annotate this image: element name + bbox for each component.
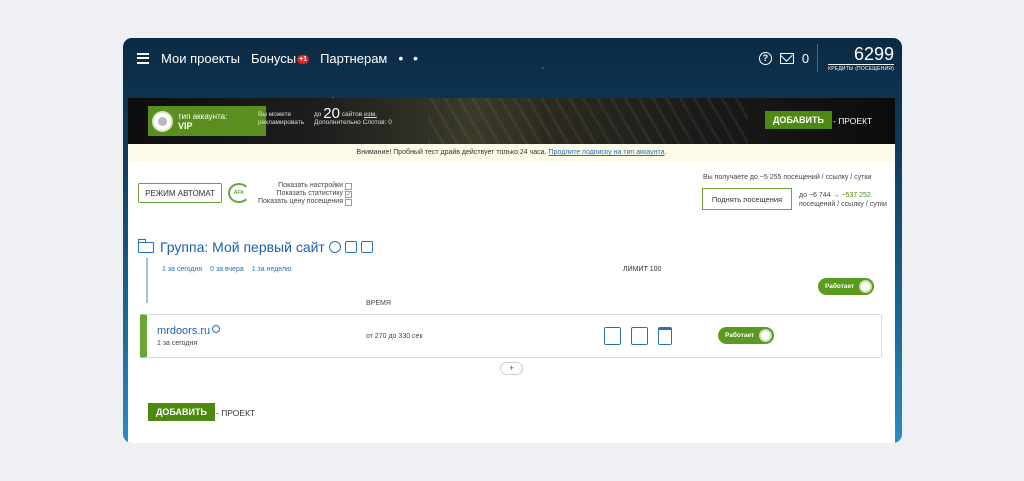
site-status-toggle[interactable]: Работает xyxy=(718,327,774,344)
group-status-toggle[interactable]: Работает xyxy=(818,278,874,295)
credits-label: КРЕДИТЫ (ПОСЕЩЕНИЯ) xyxy=(828,64,894,72)
raise-value: ~537 252 xyxy=(841,192,871,199)
nav-partners[interactable]: Партнерам xyxy=(320,51,387,66)
mail-count: 0 xyxy=(801,50,810,66)
top-right-tools: ? 0 6299 КРЕДИТЫ (ПОСЕЩЕНИЯ) xyxy=(758,38,894,78)
auto-mode-button[interactable]: РЕЖИМ АВТОМАТ xyxy=(138,183,222,203)
bonus-badge: +1 xyxy=(297,54,310,64)
stat-today[interactable]: 1 за сегодня xyxy=(162,266,202,273)
account-type-value: VIP xyxy=(178,120,193,131)
row-actions xyxy=(604,327,672,345)
group-title[interactable]: Группа: Мой первый сайт xyxy=(160,239,325,255)
site-copy-icon[interactable] xyxy=(631,327,648,345)
time-column-header: ВРЕМЯ xyxy=(366,300,391,307)
add-button-top[interactable]: ДОБАВИТЬ xyxy=(765,111,832,129)
site-today-count: 1 за сегодня xyxy=(157,340,198,347)
option-label: Показать настройки xyxy=(278,182,343,189)
show-settings-checkbox[interactable] xyxy=(345,182,352,190)
group-header: Группа: Мой первый сайт xyxy=(138,238,373,255)
show-price-checkbox[interactable] xyxy=(345,198,352,206)
help-icon[interactable]: ? xyxy=(758,51,772,65)
stat-week[interactable]: 1 за неделю xyxy=(252,266,292,273)
option-label: Показать цену посещения xyxy=(257,198,343,205)
display-options: Показать настройки Показать статистику ✓ … xyxy=(257,182,352,206)
raise-info: до ~6 744 → ~537 252 посещений / ссылку … xyxy=(799,192,887,208)
site-name-link[interactable]: mrdoors.ru xyxy=(157,325,221,337)
trial-warning: Внимание! Пробный тест драйв действует т… xyxy=(128,144,895,162)
group-stats: 1 за сегодня 0 за вчера 1 за неделю xyxy=(162,266,297,273)
promo-unit: сайтов xyxy=(341,111,363,118)
account-type-label: тип аккаунта: xyxy=(178,111,228,121)
group-divider xyxy=(146,258,148,303)
nav-my-projects[interactable]: Мои проекты xyxy=(161,51,240,66)
folder-icon xyxy=(138,238,154,253)
promo-sites: до 20 сайтов изм. Дополнительно Слотов: … xyxy=(314,106,392,127)
add-site-plus-button[interactable]: + xyxy=(500,362,523,375)
credits-count: 6299 xyxy=(853,44,894,64)
promo-slots: Дополнительно Слотов: 0 xyxy=(314,119,392,126)
stats-icon[interactable] xyxy=(344,241,357,253)
app-window: Мои проекты Бонусы +1 Партнерам • • ? 0 6… xyxy=(123,38,902,443)
copy-icon[interactable] xyxy=(360,241,373,253)
top-bar: Мои проекты Бонусы +1 Партнерам • • ? 0 6… xyxy=(123,38,902,78)
site-row: mrdoors.ru 1 за сегодня от 270 до 330 се… xyxy=(140,314,882,358)
account-type-box[interactable]: тип аккаунта: VIP xyxy=(148,106,266,136)
menu-icon[interactable] xyxy=(137,52,149,64)
mail-icon[interactable] xyxy=(779,52,794,64)
nav-bonuses[interactable]: Бонусы +1 xyxy=(250,50,310,66)
promo-change-link[interactable]: изм. xyxy=(364,111,377,118)
project-label-bottom: - ПРОЕКТ xyxy=(216,408,256,418)
credits-block[interactable]: 6299 КРЕДИТЫ (ПОСЕЩЕНИЯ) xyxy=(817,44,894,72)
add-button-bottom[interactable]: ДОБАВИТЬ xyxy=(148,403,215,421)
raise-visits-button[interactable]: Поднять посещения xyxy=(702,188,792,210)
stat-yesterday[interactable]: 0 за вчера xyxy=(210,266,244,273)
group-limit: ЛИМИТ 100 xyxy=(623,266,662,273)
warning-text: Внимание! Пробный тест драйв действует т… xyxy=(356,149,547,156)
main-panel: тип аккаунта: VIP Вы можете рекламироват… xyxy=(128,98,895,443)
site-stats-icon[interactable] xyxy=(604,327,621,345)
avatar xyxy=(152,110,173,132)
clock-icon[interactable] xyxy=(328,241,341,253)
site-time-range: от 270 до 330 сек xyxy=(366,333,423,340)
extend-subscription-link[interactable]: Продлите подписку на тип аккаунта xyxy=(548,149,664,156)
more-dots-icon[interactable]: • • xyxy=(398,50,421,66)
visits-info: Вы получаете до ~5 255 посещений / ссылк… xyxy=(703,174,872,181)
trash-icon[interactable] xyxy=(658,327,672,345)
nav-bonuses-label: Бонусы xyxy=(250,50,297,66)
afk-icon[interactable]: AFK xyxy=(228,183,250,203)
site-info-icon[interactable] xyxy=(212,325,221,333)
option-label: Показать статистику xyxy=(276,190,343,197)
show-stats-checkbox[interactable]: ✓ xyxy=(345,190,352,198)
account-banner: тип аккаунта: VIP Вы можете рекламироват… xyxy=(128,98,895,144)
promo-prefix: до xyxy=(314,111,322,118)
project-label-top: - ПРОЕКТ xyxy=(833,116,873,126)
